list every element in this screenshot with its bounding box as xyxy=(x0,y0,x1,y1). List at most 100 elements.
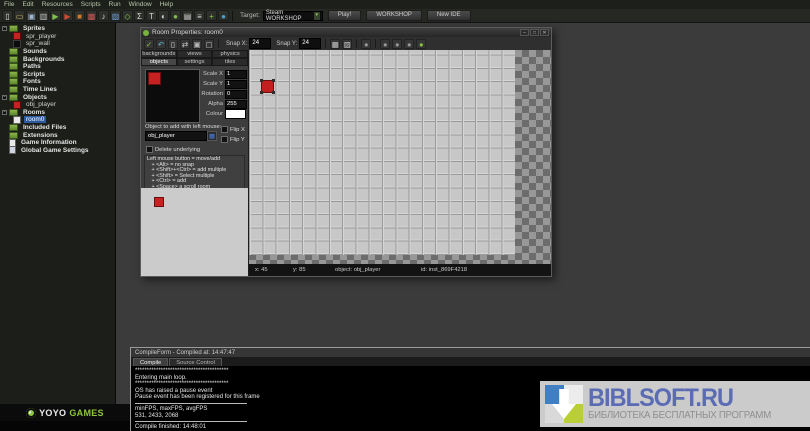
menu-help[interactable]: Help xyxy=(160,1,173,8)
dropdown-arrow-icon[interactable]: ▾ xyxy=(314,12,320,20)
open-project-icon[interactable]: ▭ xyxy=(14,10,25,21)
instance-list-area[interactable] xyxy=(141,188,248,276)
object-browse-button[interactable]: ▦ xyxy=(207,131,217,141)
tree-item-game-information[interactable]: Game Information xyxy=(0,139,115,147)
maximize-button[interactable]: □ xyxy=(530,29,539,36)
tree-item-label: Scripts xyxy=(21,71,47,78)
play-button[interactable]: Play! xyxy=(328,10,361,21)
minimize-button[interactable]: – xyxy=(520,29,529,36)
snap-y-input[interactable]: 24 xyxy=(299,38,321,49)
sort-top-icon[interactable]: ● xyxy=(404,39,414,49)
tab-backgrounds[interactable]: backgrounds xyxy=(141,50,177,58)
menu-resources[interactable]: Resources xyxy=(42,1,73,8)
output-divider xyxy=(135,403,247,404)
selection-handle[interactable] xyxy=(260,79,263,82)
tree-item-room0[interactable]: room0 xyxy=(0,116,115,124)
clear-instances-icon[interactable]: ▯ xyxy=(168,39,178,49)
tree-item-extensions[interactable]: Extensions xyxy=(0,131,115,139)
show-backgrounds-icon[interactable]: ● xyxy=(361,39,371,49)
menu-edit[interactable]: Edit xyxy=(22,1,33,8)
tab-physics[interactable]: physics xyxy=(212,50,248,58)
run-game-icon[interactable]: ▶ xyxy=(50,10,61,21)
tab-objects[interactable]: objects xyxy=(141,58,177,66)
tree-item-obj-player[interactable]: obj_player xyxy=(0,101,115,109)
object-preview-sprite xyxy=(148,72,161,85)
tree-item-fonts[interactable]: Fonts xyxy=(0,78,115,86)
field-input[interactable]: 0 xyxy=(225,90,247,99)
create-room-icon[interactable]: ▤ xyxy=(182,10,193,21)
room-canvas[interactable] xyxy=(249,50,551,264)
clean-cache-icon[interactable]: ■ xyxy=(74,10,85,21)
room-grid[interactable] xyxy=(249,50,515,255)
colour-swatch[interactable] xyxy=(225,109,246,119)
global-settings-icon[interactable]: + xyxy=(206,10,217,21)
create-timeline-icon[interactable]: ◐ xyxy=(158,10,169,21)
tree-item-spr-wall[interactable]: spr_wall xyxy=(0,40,115,48)
tab-settings[interactable]: settings xyxy=(177,58,213,66)
create-object-icon[interactable]: ● xyxy=(170,10,181,21)
undo-icon[interactable]: ↶ xyxy=(156,39,166,49)
create-background-icon[interactable]: ▨ xyxy=(110,10,121,21)
tab-compile[interactable]: Compile xyxy=(133,358,168,366)
extension-icon[interactable]: ● xyxy=(218,10,229,21)
expand-toggle-icon[interactable]: - xyxy=(2,95,7,100)
selection-handle[interactable] xyxy=(260,91,263,94)
tree-item-sounds[interactable]: Sounds xyxy=(0,48,115,56)
save-project-icon[interactable]: ▣ xyxy=(26,10,37,21)
create-script-icon[interactable]: Σ xyxy=(134,10,145,21)
tab-views[interactable]: views xyxy=(177,50,213,58)
toggle-iso-grid-icon[interactable]: ▨ xyxy=(342,39,352,49)
create-path-icon[interactable]: ◇ xyxy=(122,10,133,21)
workshop-button[interactable]: WORKSHOP xyxy=(366,10,422,21)
create-font-icon[interactable]: T xyxy=(146,10,157,21)
target-select[interactable]: Steam WORKSHOP ▾ xyxy=(263,11,323,21)
tree-item-paths[interactable]: Paths xyxy=(0,63,115,71)
debug-game-icon[interactable]: ▶ xyxy=(62,10,73,21)
compile-window-titlebar[interactable]: CompileForm - Compiled at: 14:47:47 xyxy=(131,348,810,357)
toolbar-separator xyxy=(375,39,376,48)
sort-left-icon[interactable]: ● xyxy=(380,39,390,49)
tree-item-included-files[interactable]: Included Files xyxy=(0,124,115,132)
menu-window[interactable]: Window xyxy=(129,1,152,8)
object-name-input[interactable]: obj_player xyxy=(145,131,207,141)
field-input[interactable]: 1 xyxy=(225,80,247,89)
close-button[interactable]: ✕ xyxy=(540,29,549,36)
menu-run[interactable]: Run xyxy=(109,1,121,8)
games-brand-text: GAMES xyxy=(69,408,104,418)
create-sprite-icon[interactable]: ▩ xyxy=(86,10,97,21)
unlock-icon[interactable]: ▢ xyxy=(204,39,214,49)
snap-x-input[interactable]: 24 xyxy=(249,38,271,49)
expand-toggle-icon[interactable]: - xyxy=(2,110,7,115)
field-input[interactable]: 255 xyxy=(225,100,247,109)
sort-right-icon[interactable]: ● xyxy=(392,39,402,49)
shift-instances-icon[interactable]: ⇄ xyxy=(180,39,190,49)
create-executable-icon[interactable]: ▥ xyxy=(38,10,49,21)
tab-tiles[interactable]: tiles xyxy=(212,58,248,66)
selection-handle[interactable] xyxy=(272,79,275,82)
tree-item-time-lines[interactable]: Time Lines xyxy=(0,86,115,94)
selection-handle[interactable] xyxy=(272,91,275,94)
toggle-grid-icon[interactable]: ▦ xyxy=(330,39,340,49)
tree-item-global-game-settings[interactable]: Global Game Settings xyxy=(0,147,115,155)
flip-x-checkbox[interactable] xyxy=(221,126,228,133)
tab-source-control[interactable]: Source Control xyxy=(169,358,222,366)
new-ide-button[interactable]: New IDE xyxy=(427,10,471,21)
tree-item-scripts[interactable]: Scripts xyxy=(0,71,115,79)
room-settings-icon[interactable]: ● xyxy=(416,39,426,49)
delete-underlying-checkbox[interactable] xyxy=(146,146,153,153)
placed-instance-obj-player[interactable] xyxy=(261,80,274,93)
field-input[interactable]: 1 xyxy=(225,70,247,79)
menu-file[interactable]: File xyxy=(4,1,14,8)
game-info-icon[interactable]: ≡ xyxy=(194,10,205,21)
new-project-icon[interactable]: ▯ xyxy=(2,10,13,21)
compile-tabs: Compile Source Control xyxy=(131,357,810,366)
menu-scripts[interactable]: Scripts xyxy=(81,1,101,8)
lock-icon[interactable]: ▣ xyxy=(192,39,202,49)
output-divider xyxy=(135,421,247,422)
flip-y-checkbox[interactable] xyxy=(221,136,228,143)
create-sound-icon[interactable]: ♪ xyxy=(98,10,109,21)
confirm-changes-icon[interactable]: ✓ xyxy=(144,39,154,49)
expand-toggle-icon[interactable]: - xyxy=(2,26,7,31)
tree-item-backgrounds[interactable]: Backgrounds xyxy=(0,55,115,63)
room-window-titlebar[interactable]: Room Properties: room0 – □ ✕ xyxy=(141,28,551,37)
